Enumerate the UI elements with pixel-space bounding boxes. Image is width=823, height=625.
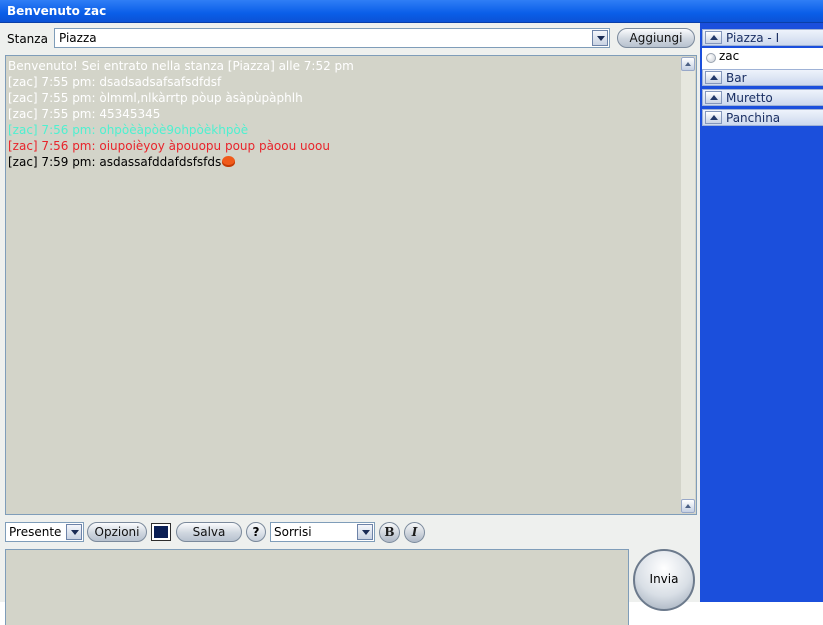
chat-scrollbar[interactable]	[681, 57, 695, 513]
italic-button[interactable]: I	[404, 522, 425, 543]
options-button[interactable]: Opzioni	[87, 522, 147, 542]
smileys-select-value: Sorrisi	[274, 525, 312, 539]
message-text: [zac] 7:55 pm: 45345345	[8, 107, 161, 121]
smileys-select[interactable]: Sorrisi	[270, 522, 375, 542]
user-name[interactable]: zac	[719, 49, 739, 63]
message-text: [zac] 7:55 pm: dsadsadsafsafsdfdsf	[8, 75, 222, 89]
room-name: Bar	[726, 71, 747, 85]
chat-log[interactable]: Benvenuto! Sei entrato nella stanza [Pia…	[5, 55, 697, 515]
room-select-value: Piazza	[59, 31, 97, 45]
chat-panel: Stanza Piazza Aggiungi Benvenuto! Sei en…	[0, 23, 700, 625]
message-toolbar: Presente Opzioni Salva ? Sorrisi B I	[5, 520, 700, 544]
room-name: Panchina	[726, 111, 781, 125]
message-text: [zac] 7:56 pm: ohpòèàpòè9ohpòèkhpòè	[8, 123, 249, 137]
window-title: Benvenuto zac	[7, 4, 107, 18]
room-item-muretto[interactable]: Muretto	[702, 89, 823, 106]
help-button[interactable]: ?	[246, 522, 266, 542]
message-list: Benvenuto! Sei entrato nella stanza [Pia…	[8, 58, 678, 170]
bold-button[interactable]: B	[379, 522, 400, 543]
message-text: [zac] 7:55 pm: òlmml,nlkàrrtp pòup àsàpù…	[8, 91, 303, 105]
room-label: Stanza	[7, 32, 48, 46]
status-select-value: Presente	[9, 525, 62, 539]
save-button[interactable]: Salva	[176, 522, 242, 542]
room-item-panchina[interactable]: Panchina	[702, 109, 823, 126]
room-user-list: zac	[702, 48, 823, 69]
collapse-icon[interactable]	[705, 31, 722, 44]
chat-message: [zac] 7:55 pm: 45345345	[8, 106, 678, 122]
chat-message: Benvenuto! Sei entrato nella stanza [Pia…	[8, 58, 678, 74]
message-text: Benvenuto! Sei entrato nella stanza [Pia…	[8, 59, 354, 73]
chat-message: [zac] 7:56 pm: ohpòèàpòè9ohpòèkhpòè	[8, 122, 678, 138]
room-name: Muretto	[726, 91, 773, 105]
chat-message: [zac] 7:55 pm: dsadsadsafsafsdfdsf	[8, 74, 678, 90]
room-sidebar: Piazza - I zac Bar Muretto Panchina	[700, 23, 823, 602]
chat-message: [zac] 7:59 pm: asdassafddafdsfsfds	[8, 154, 678, 170]
chat-message: [zac] 7:56 pm: oiupoièyoy àpouopu poup p…	[8, 138, 678, 154]
user-status-icon	[706, 53, 716, 63]
color-swatch	[154, 526, 168, 538]
expand-icon[interactable]	[705, 71, 722, 84]
room-select[interactable]: Piazza	[54, 28, 610, 48]
status-select[interactable]: Presente	[5, 522, 84, 542]
chevron-down-icon[interactable]	[66, 524, 82, 540]
chevron-down-icon[interactable]	[592, 30, 608, 46]
chevron-down-icon[interactable]	[357, 524, 373, 540]
chat-message: [zac] 7:55 pm: òlmml,nlkàrrtp pòup àsàpù…	[8, 90, 678, 106]
room-item-bar[interactable]: Bar	[702, 69, 823, 86]
room-item-piazza[interactable]: Piazza - I	[702, 29, 823, 46]
expand-icon[interactable]	[705, 111, 722, 124]
add-room-button[interactable]: Aggiungi	[617, 28, 695, 48]
heart-emoticon-icon	[222, 156, 236, 167]
expand-icon[interactable]	[705, 91, 722, 104]
scroll-end-icon[interactable]	[681, 499, 695, 513]
room-name: Piazza - I	[726, 31, 780, 45]
message-input[interactable]	[5, 549, 629, 625]
message-text: [zac] 7:56 pm: oiupoièyoy àpouopu poup p…	[8, 139, 330, 153]
text-color-button[interactable]	[151, 523, 171, 541]
message-text: [zac] 7:59 pm: asdassafddafdsfsfds	[8, 155, 222, 169]
scroll-up-icon[interactable]	[681, 57, 695, 71]
title-bar: Benvenuto zac	[0, 0, 823, 23]
